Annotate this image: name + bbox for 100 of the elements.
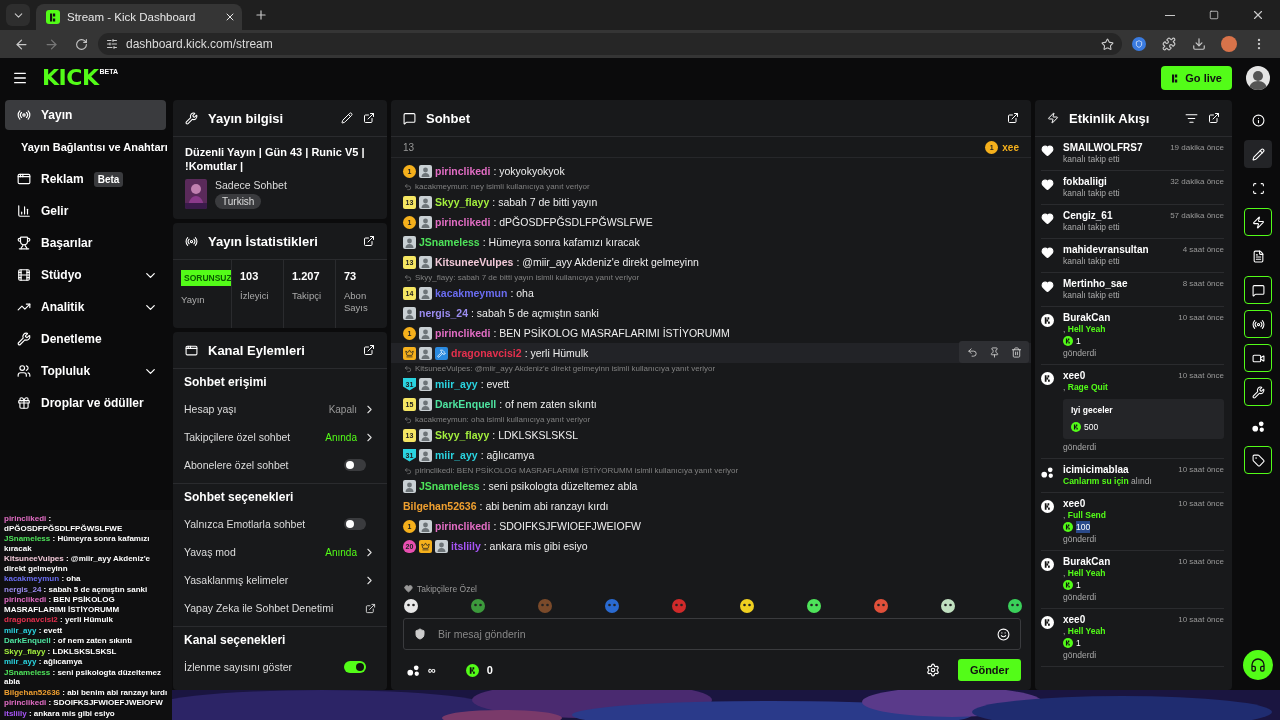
nav-item[interactable]: Denetleme xyxy=(5,324,166,354)
toggle-switch[interactable] xyxy=(344,661,366,673)
event-text: kanalı takip etti xyxy=(1063,255,1121,267)
coin-icon xyxy=(1041,372,1054,385)
chat-username[interactable]: nergis_24 xyxy=(419,307,469,319)
rail-button[interactable] xyxy=(1244,310,1272,338)
emote-icon[interactable] xyxy=(403,598,419,614)
event-username[interactable]: xee0 xyxy=(1063,498,1086,509)
popout-icon[interactable] xyxy=(363,235,375,247)
rail-button[interactable] xyxy=(1244,344,1272,372)
rail-button[interactable] xyxy=(1244,276,1272,304)
browser-tab[interactable]: Stream - Kick Dashboard xyxy=(36,4,242,30)
event-text: , xyxy=(1063,510,1066,520)
rail-button[interactable] xyxy=(1244,446,1272,474)
support-button[interactable] xyxy=(1243,650,1273,680)
go-live-button[interactable]: Go live xyxy=(1161,66,1232,90)
scan-icon xyxy=(1251,181,1265,195)
popout-icon[interactable] xyxy=(1007,112,1019,124)
event-username[interactable]: fokbaliigi xyxy=(1063,176,1107,187)
chat-username[interactable]: kacakmeymun xyxy=(435,287,508,299)
nav-item[interactable]: Yayın xyxy=(5,100,166,130)
event-username[interactable]: xee0 xyxy=(1063,370,1086,381)
event-username[interactable]: Mertinho_sae xyxy=(1063,278,1128,289)
event-text: kanalı takip etti xyxy=(1063,187,1121,199)
emote-icon[interactable] xyxy=(939,598,956,614)
filter-icon[interactable] xyxy=(1185,111,1198,125)
rail-button[interactable] xyxy=(1244,378,1272,406)
chat-username[interactable]: pirinclikedi xyxy=(435,327,491,339)
popout-icon[interactable] xyxy=(363,344,375,356)
avatar-icon xyxy=(419,215,432,229)
site-info-icon[interactable] xyxy=(106,38,118,50)
address-bar[interactable]: dashboard.kick.com/stream xyxy=(98,33,1122,55)
chat-username[interactable]: Bilgehan52636 xyxy=(403,500,477,512)
nav-item[interactable]: Yayın Bağlantısı ve Anahtarı xyxy=(5,132,172,162)
nav-item[interactable]: Stüdyo xyxy=(5,260,166,290)
nav-item[interactable]: Gelir xyxy=(5,196,166,226)
event-username[interactable]: xee0 xyxy=(1063,614,1086,625)
message-input[interactable]: Bir mesaj gönderin xyxy=(436,627,987,641)
event-username[interactable]: mahidevransultan xyxy=(1063,244,1149,255)
avatar-icon xyxy=(419,428,432,442)
chat-username[interactable]: dragonavcisi2 xyxy=(451,347,522,359)
send-button[interactable]: Gönder xyxy=(957,659,1021,681)
external-link-icon[interactable] xyxy=(365,602,376,614)
popout-icon[interactable] xyxy=(363,112,375,124)
broadcast-icon xyxy=(17,108,31,122)
settings-icon[interactable] xyxy=(925,663,940,677)
lightning-icon xyxy=(1251,215,1265,229)
chat-username[interactable]: JSnameless xyxy=(419,480,480,492)
chat-username[interactable]: Skyy_flayy xyxy=(435,196,490,208)
emote-icon[interactable] xyxy=(805,598,822,614)
chat-username[interactable]: DarkEnquell xyxy=(435,398,497,410)
menu-icon[interactable] xyxy=(12,70,28,86)
event-username[interactable]: BurakCan xyxy=(1063,556,1111,567)
chat-username[interactable]: pirinclikedi xyxy=(435,216,491,228)
chat-message: : @miir_ayy Akdeniz'e direkt gelmeyinn xyxy=(516,256,699,268)
nav-item[interactable]: Başarılar xyxy=(5,228,166,258)
emote-icon[interactable] xyxy=(1007,598,1023,614)
nav-item[interactable]: Droplar ve ödüller xyxy=(5,388,166,418)
emoji-icon[interactable] xyxy=(997,627,1010,641)
avatar-icon xyxy=(419,255,432,269)
chat-username[interactable]: KitsuneeVulpes xyxy=(435,256,514,268)
chat-username[interactable]: xee xyxy=(1002,141,1019,153)
event-time: 10 saat önce xyxy=(1178,465,1224,474)
event-username[interactable]: BurakCan xyxy=(1063,312,1111,323)
event-time: 32 dakika önce xyxy=(1170,177,1224,186)
bookmark-star-icon[interactable] xyxy=(1101,37,1114,51)
chat-username[interactable]: Skyy_flayy xyxy=(435,429,490,441)
toggle-switch[interactable] xyxy=(344,518,366,530)
chat-username[interactable]: miir_ayy xyxy=(435,378,478,390)
emote-icon[interactable] xyxy=(738,598,755,614)
toggle-switch[interactable] xyxy=(344,459,366,471)
event-username[interactable]: SMAILWOLFRS7 xyxy=(1063,142,1143,153)
message-field[interactable]: Bir mesaj gönderin xyxy=(403,618,1021,650)
event-text: gönderdi xyxy=(1063,533,1098,545)
rail-button[interactable] xyxy=(1244,208,1272,236)
overlay-chat-line: JSnameless : seni psikologta düzeltemez abla xyxy=(4,667,162,687)
user-avatar[interactable] xyxy=(1246,66,1270,90)
chat-message: : dPĞOSDFPĞSDLFPĞWSLFWE xyxy=(493,216,653,228)
pencil-icon[interactable] xyxy=(341,112,353,124)
coin-icon xyxy=(1063,336,1073,346)
panel-title: Sohbet xyxy=(426,110,472,126)
popout-icon[interactable] xyxy=(1208,112,1220,124)
nav-item[interactable]: Analitik xyxy=(5,292,166,322)
rail-button[interactable] xyxy=(1244,140,1272,168)
event-username[interactable]: icimicimablaa xyxy=(1063,464,1129,475)
chat-username[interactable]: pirinclikedi xyxy=(435,165,491,177)
avatar-icon xyxy=(419,448,432,462)
puzzle-icon xyxy=(1162,37,1176,51)
nav-item[interactable]: Reklam Beta xyxy=(5,164,166,194)
crown-icon xyxy=(403,346,416,360)
chat-username[interactable]: JSnameless xyxy=(419,236,480,248)
close-icon[interactable] xyxy=(224,11,236,23)
setting-value: Anında xyxy=(325,431,357,443)
event-username[interactable]: Cengiz_61 xyxy=(1063,210,1113,221)
nav-item[interactable]: Topluluk xyxy=(5,356,166,386)
tab-search-button[interactable] xyxy=(6,4,30,26)
language-tag: Turkish xyxy=(215,194,262,209)
chat-username[interactable]: itsliily xyxy=(451,540,481,552)
chat-username[interactable]: miir_ayy xyxy=(435,449,478,461)
chat-username[interactable]: pirinclikedi xyxy=(435,520,491,532)
